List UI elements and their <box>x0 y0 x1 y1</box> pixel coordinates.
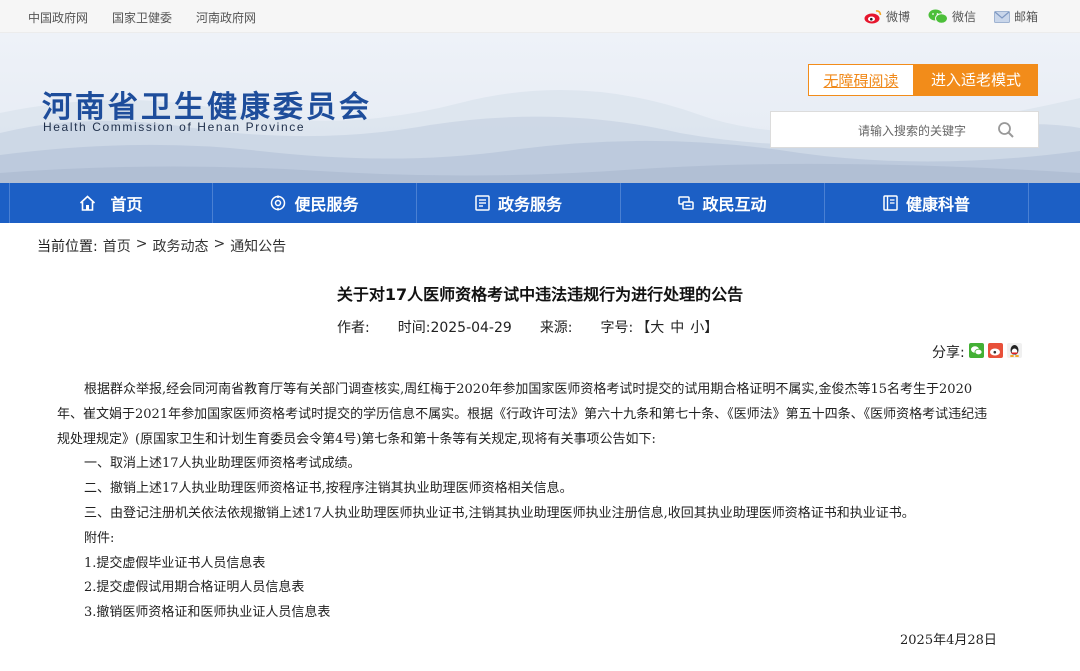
weibo-icon <box>864 9 882 24</box>
nav-label-government: 政务服务 <box>497 195 562 214</box>
interaction-icon <box>678 195 695 211</box>
search-icon[interactable] <box>997 121 1015 143</box>
wechat-icon <box>928 9 948 24</box>
weibo-label: 微博 <box>885 10 910 24</box>
share-bar: 分享: <box>932 342 1022 362</box>
home-icon <box>79 195 96 211</box>
mail-icon <box>993 10 1010 23</box>
nav-label-interaction: 政民互动 <box>702 195 767 214</box>
share-qq-icon[interactable] <box>1006 342 1022 362</box>
nav-item-interaction[interactable]: 政民互动 <box>621 183 825 223</box>
top-link-nhc[interactable]: 国家卫健委 <box>112 9 172 26</box>
time-label: 时间: <box>397 320 431 336</box>
top-link-gov-cn[interactable]: 中国政府网 <box>28 9 88 26</box>
font-size-control: 字号: 【大 中 小】 <box>601 317 722 337</box>
article-sign-date: 2025年4月28日 <box>900 633 997 648</box>
breadcrumb-item-home[interactable]: 首页 <box>103 236 131 256</box>
breadcrumb-item-notices[interactable]: 通知公告 <box>230 236 286 256</box>
attachment-link-3[interactable]: 3.撤销医师资格证和医师执业证人员信息表 <box>57 601 991 626</box>
site-logo-subtitle: Health Commission of Henan Province <box>43 120 306 134</box>
book-icon <box>883 195 898 211</box>
breadcrumb-item-news[interactable]: 政务动态 <box>152 236 208 256</box>
article-meta: 作者: 时间:2025-04-29 来源: 字号: 【大 中 小】 <box>337 317 721 337</box>
share-weibo-icon[interactable] <box>987 342 1003 362</box>
share-label: 分享: <box>932 345 965 361</box>
nav-item-health-science[interactable]: 健康科普 <box>825 183 1029 223</box>
author-label: 作者: <box>337 320 370 336</box>
main-nav: 首页 便民服务 政务服务 政民互动 健康科普 <box>0 183 1080 223</box>
site-header: 河南省卫生健康委员会 Health Commission of Henan Pr… <box>0 33 1080 183</box>
attachment-link-1[interactable]: 1.提交虚假毕业证书人员信息表 <box>57 552 991 577</box>
nav-item-services[interactable]: 便民服务 <box>213 183 417 223</box>
breadcrumb: 当前位置: 首页 > 政务动态 > 通知公告 <box>37 236 286 256</box>
article-title: 关于对17人医师资格考试中违法违规行为进行处理的公告 <box>336 285 744 304</box>
top-links: 中国政府网 国家卫健委 河南政府网 <box>28 9 256 26</box>
source-label: 来源: <box>539 320 573 336</box>
wechat-link[interactable]: 微信 <box>928 8 976 25</box>
search-box <box>770 111 1039 148</box>
font-size-medium[interactable]: 中 <box>667 317 687 337</box>
service-icon <box>270 195 286 211</box>
nav-label-health-science: 健康科普 <box>905 195 970 214</box>
social-links: 微博 微信 邮箱 <box>864 8 1038 25</box>
attachment-link-2[interactable]: 2.提交虚假试用期合格证明人员信息表 <box>57 576 991 601</box>
publish-time: 时间:2025-04-29 <box>398 317 512 337</box>
share-wechat-icon[interactable] <box>968 342 984 362</box>
nav-item-government[interactable]: 政务服务 <box>417 183 621 223</box>
article-body: 根据群众举报,经会同河南省教育厅等有关部门调查核实,周红梅于2020年参加国家医… <box>57 378 991 626</box>
font-size-label: 字号: <box>600 320 634 336</box>
attachments-label: 附件: <box>84 530 115 546</box>
article-item-3: 三、由登记注册机关依法依规撤销上述17人执业助理医师执业证书,注销其执业助理医师… <box>84 505 915 521</box>
time-value: 2025-04-29 <box>430 320 512 336</box>
mail-label: 邮箱 <box>1013 10 1038 24</box>
article-paragraph-intro: 根据群众举报,经会同河南省教育厅等有关部门调查核实,周红梅于2020年参加国家医… <box>57 382 988 447</box>
breadcrumb-separator: > <box>213 236 226 252</box>
top-bar: 中国政府网 国家卫健委 河南政府网 微博 微信 邮箱 <box>0 0 1080 33</box>
article-item-2: 二、撤销上述17人执业助理医师资格证书,按程序注销其执业助理医师资格相关信息。 <box>84 481 573 497</box>
mail-link[interactable]: 邮箱 <box>993 8 1038 25</box>
nav-label-home: 首页 <box>110 195 143 214</box>
search-input[interactable] <box>779 118 968 144</box>
breadcrumb-separator: > <box>135 236 148 252</box>
breadcrumb-label: 当前位置: <box>37 239 98 255</box>
nav-label-services: 便民服务 <box>294 195 359 214</box>
font-size-small[interactable]: 小】 <box>687 317 721 337</box>
top-link-henan-gov[interactable]: 河南政府网 <box>196 9 256 26</box>
weibo-link[interactable]: 微博 <box>864 8 910 25</box>
accessibility-reading-button[interactable]: 无障碍阅读 <box>808 64 914 96</box>
font-size-large[interactable]: 【大 <box>633 317 667 337</box>
document-icon <box>475 195 490 211</box>
wechat-label: 微信 <box>951 10 976 24</box>
elder-mode-button[interactable]: 进入适老模式 <box>914 64 1038 96</box>
nav-item-home[interactable]: 首页 <box>9 183 213 223</box>
article-item-1: 一、取消上述17人执业助理医师资格考试成绩。 <box>84 456 361 472</box>
